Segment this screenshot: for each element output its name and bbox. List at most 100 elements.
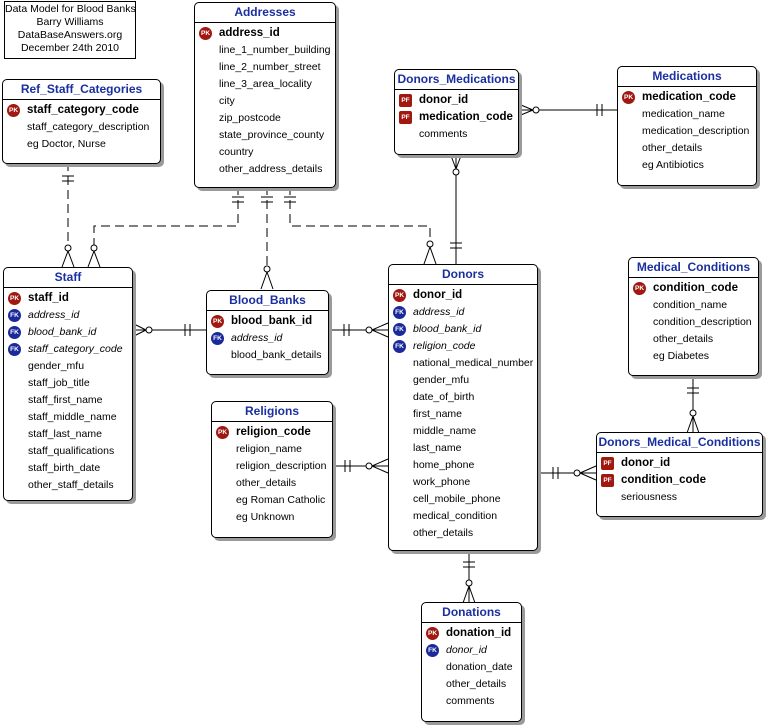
- pk-key-icon: PK: [426, 627, 439, 640]
- attribute-row: eg Diabetes: [629, 348, 758, 365]
- attribute-name: other_staff_details: [28, 479, 114, 491]
- fk-key-icon: FK: [8, 343, 21, 356]
- pf-key-icon: PF: [601, 474, 614, 487]
- attribute-name: comments: [419, 128, 468, 140]
- attribute-name: line_2_number_street: [219, 61, 321, 73]
- attribute-name: gender_mfu: [413, 374, 470, 386]
- attribute-name: first_name: [413, 408, 463, 420]
- pk-key-icon: PK: [8, 292, 21, 305]
- attribute-row: staff_last_name: [4, 426, 132, 443]
- attribute-row: PK staff_category_code: [3, 102, 160, 119]
- attribute-row: PK donation_id: [422, 625, 521, 642]
- attribute-name: condition_description: [653, 316, 752, 328]
- entity-addresses[interactable]: Addresses PK address_id line_1_number_build…: [194, 2, 336, 188]
- attribute-name: city: [219, 95, 235, 107]
- attribute-name: medical_condition: [413, 510, 498, 522]
- attribute-row: comments: [422, 693, 521, 710]
- attribute-name: blood_bank_id: [413, 323, 482, 335]
- attribute-row: FK blood_bank_id: [389, 321, 537, 338]
- attribute-row: line_3_area_locality: [195, 76, 335, 93]
- attribute-name: date_of_birth: [413, 391, 475, 403]
- entity-title: Ref_Staff_Categories: [3, 80, 160, 100]
- attribute-name: address_id: [413, 306, 465, 318]
- attribute-row: FK staff_category_code: [4, 341, 132, 358]
- attribute-row: eg Roman Catholic: [212, 492, 332, 509]
- entity-title: Donors: [389, 265, 537, 285]
- attribute-name: staff_first_name: [28, 394, 103, 406]
- attribute-row: FK blood_bank_id: [4, 324, 132, 341]
- entity-medications[interactable]: Medications PK medication_code medication_n…: [617, 66, 757, 186]
- entity-title: Medical_Conditions: [629, 258, 758, 278]
- attribute-list: PK staff_category_code staff_category_desc…: [3, 100, 160, 157]
- attribute-row: comments: [395, 126, 518, 143]
- entity-medical-conditions[interactable]: Medical_Conditions PK condition_code condit…: [628, 257, 759, 376]
- attribute-row: condition_description: [629, 314, 758, 331]
- rel-donors-donors-medical-conditions: [537, 465, 597, 481]
- attribute-name: staff_id: [28, 292, 69, 304]
- entity-title: Addresses: [195, 3, 335, 23]
- attribute-list: PK staff_id FK address_id FK blood_bank_id FK s…: [4, 288, 132, 498]
- attribute-row: religion_description: [212, 458, 332, 475]
- attribute-row: other_details: [389, 525, 537, 542]
- pk-key-icon: PK: [393, 289, 406, 302]
- entity-ref-staff-categories[interactable]: Ref_Staff_Categories PK staff_category_cod…: [2, 79, 161, 164]
- entity-donors[interactable]: Donors PK donor_id FK address_id FK blood_bank…: [388, 264, 538, 551]
- attribute-name: religion_code: [413, 340, 476, 352]
- attribute-name: address_id: [28, 309, 80, 321]
- rel-medical-conditions-donors-medical-conditions: [686, 375, 700, 434]
- attribute-row: other_details: [422, 676, 521, 693]
- attribute-name: staff_birth_date: [28, 462, 101, 474]
- entity-blood-banks[interactable]: Blood_Banks PK blood_bank_id FK address_id bl…: [206, 290, 329, 375]
- attribute-name: middle_name: [413, 425, 477, 437]
- entity-title: Donors_Medications: [395, 70, 518, 90]
- attribute-row: PK address_id: [195, 25, 335, 42]
- entity-title: Staff: [4, 268, 132, 288]
- attribute-row: country: [195, 144, 335, 161]
- attribute-name: condition_code: [621, 474, 706, 486]
- attribute-name: staff_category_code: [28, 343, 123, 355]
- attribute-name: staff_category_code: [27, 104, 139, 116]
- entity-title: Donations: [422, 603, 521, 623]
- attribute-name: staff_job_title: [28, 377, 90, 389]
- attribute-row: other_details: [629, 331, 758, 348]
- attribute-name: staff_category_description: [27, 121, 150, 133]
- entity-religions[interactable]: Religions PK religion_code religion_name rel…: [211, 401, 333, 538]
- attribute-list: PK blood_bank_id FK address_id blood_bank_de…: [207, 311, 328, 368]
- attribute-name: other_address_details: [219, 163, 323, 175]
- attribute-row: other_staff_details: [4, 477, 132, 494]
- fk-key-icon: FK: [393, 323, 406, 336]
- note-line: Data Model for Blood Banks: [5, 3, 136, 15]
- fk-key-icon: FK: [8, 326, 21, 339]
- entity-staff[interactable]: Staff PK staff_id FK address_id FK blood_bank_…: [3, 267, 133, 501]
- attribute-name: staff_qualifications: [28, 445, 115, 457]
- attribute-name: medication_code: [419, 111, 513, 123]
- rel-addresses-donors: [284, 186, 437, 265]
- rel-donors-donations: [462, 549, 476, 604]
- attribute-row: blood_bank_details: [207, 347, 328, 364]
- attribute-row: staff_birth_date: [4, 460, 132, 477]
- attribute-name: staff_middle_name: [28, 411, 117, 423]
- attribute-name: blood_bank_id: [231, 315, 313, 327]
- pk-key-icon: PK: [211, 315, 224, 328]
- attribute-row: medication_name: [618, 106, 756, 123]
- fk-key-icon: FK: [8, 309, 21, 322]
- entity-title: Donors_Medical_Conditions: [597, 433, 762, 453]
- attribute-row: FK address_id: [389, 304, 537, 321]
- pk-key-icon: PK: [216, 426, 229, 439]
- fk-key-icon: FK: [211, 332, 224, 345]
- pk-key-icon: PK: [7, 104, 20, 117]
- attribute-list: PF donor_id PF condition_code seriousness: [597, 453, 762, 510]
- attribute-row: gender_mfu: [389, 372, 537, 389]
- entity-donors-medical-conditions[interactable]: Donors_Medical_Conditions PF donor_id PF con…: [596, 432, 763, 517]
- entity-donors-medications[interactable]: Donors_Medications PF donor_id PF medication…: [394, 69, 519, 155]
- attribute-name: cell_mobile_phone: [413, 493, 501, 505]
- attribute-list: PK condition_code condition_name condition_…: [629, 278, 758, 369]
- diagram-title-note: Data Model for Blood Banks Barry William…: [4, 1, 136, 59]
- attribute-list: PK medication_code medication_name medicati…: [618, 87, 756, 178]
- attribute-name: eg Unknown: [236, 511, 295, 523]
- attribute-name: religion_name: [236, 443, 302, 455]
- attribute-row: state_province_county: [195, 127, 335, 144]
- entity-donations[interactable]: Donations PK donation_id FK donor_id donation…: [421, 602, 522, 722]
- attribute-name: other_details: [446, 678, 507, 690]
- attribute-name: religion_description: [236, 460, 327, 472]
